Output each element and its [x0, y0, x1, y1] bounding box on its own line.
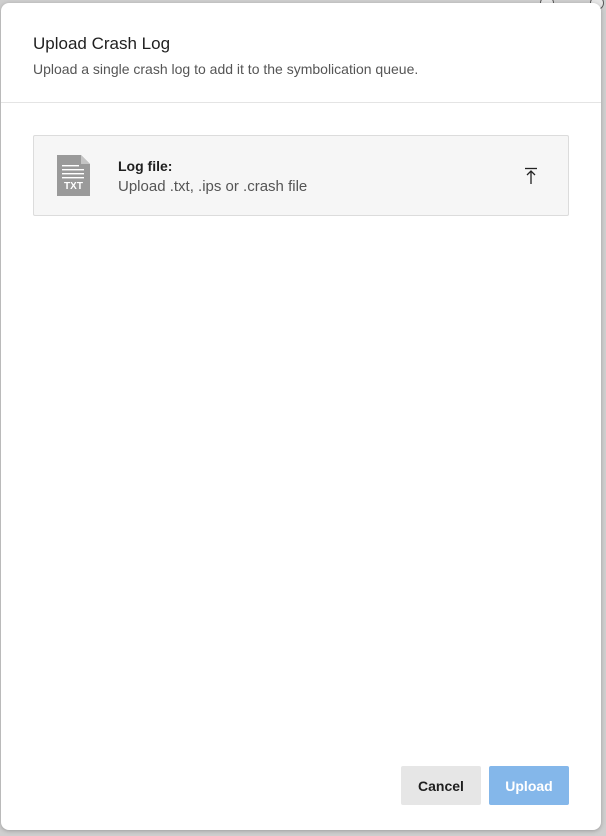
upload-button[interactable]: Upload [489, 766, 569, 805]
log-file-label: Log file: [118, 158, 173, 174]
upload-crash-log-dialog: Upload Crash Log Upload a single crash l… [1, 3, 601, 830]
dialog-title: Upload Crash Log [33, 34, 171, 53]
dialog-header: Upload Crash Log Upload a single crash l… [1, 3, 601, 103]
dialog-subtitle: Upload a single crash log to add it to t… [33, 61, 419, 77]
file-icon-label: TXT [64, 181, 83, 192]
upload-arrow-icon[interactable] [524, 167, 538, 185]
cancel-button[interactable]: Cancel [401, 766, 481, 805]
log-file-hint: Upload .txt, .ips or .crash file [118, 178, 308, 195]
txt-file-icon: TXT [57, 155, 90, 196]
log-file-dropzone[interactable]: TXT Log file: Upload .txt, .ips or .cras… [33, 135, 569, 216]
